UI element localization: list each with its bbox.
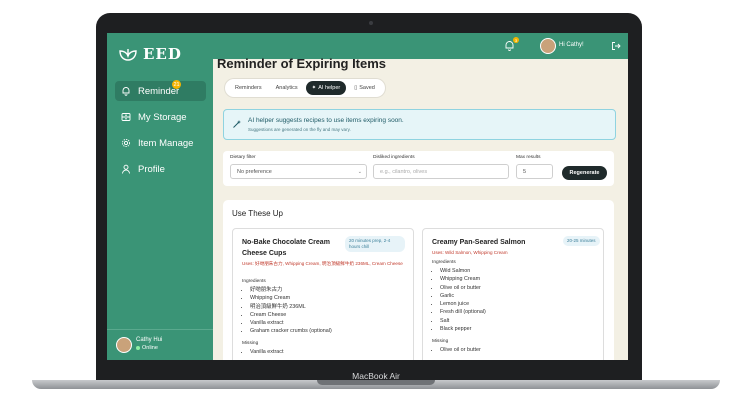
recipe-time-badge: 20 minutes prep, 2-4 hours chill xyxy=(345,236,405,252)
logout-icon[interactable] xyxy=(611,41,621,51)
list-item: Salt xyxy=(440,317,486,325)
tab-analytics[interactable]: Analytics xyxy=(270,81,304,95)
tab-label: Saved xyxy=(359,85,375,91)
tab-bar: Reminders Analytics ✦ AI helper ▯ Saved xyxy=(225,79,385,97)
sidebar-item-item-manage[interactable]: Item Manage xyxy=(115,133,206,153)
missing-label: Missing xyxy=(242,341,259,346)
app-screen: EED Reminder 21 My Storage Item Manage P… xyxy=(107,33,628,360)
sparkle-icon: ✦ xyxy=(311,85,317,91)
logo[interactable]: EED xyxy=(119,45,182,63)
list-item: Whipping Cream xyxy=(440,275,486,283)
max-results-label: Max results xyxy=(516,155,541,160)
user-icon xyxy=(122,164,130,174)
sidebar-item-profile[interactable]: Profile xyxy=(115,159,206,179)
list-item: Vanilla extract xyxy=(250,319,332,327)
max-results-input[interactable]: 5 xyxy=(516,164,553,179)
notification-badge: 3 xyxy=(513,37,519,43)
filter-panel: Dietary filter No preference ⌄ Disliked … xyxy=(223,151,614,186)
bell-icon xyxy=(122,87,130,96)
sidebar-item-label: Profile xyxy=(138,163,165,175)
dietary-filter-label: Dietary filter xyxy=(230,155,256,160)
greeting: Hi Cathy! xyxy=(559,42,584,48)
page-title: Reminder of Expiring Items xyxy=(217,56,387,71)
sidebar-item-reminder[interactable]: Reminder 21 xyxy=(115,80,206,101)
list-item: Fresh dill (optional) xyxy=(440,308,486,316)
dietary-filter-select[interactable]: No preference ⌄ xyxy=(230,164,367,179)
gear-icon xyxy=(121,138,131,148)
alert-title: AI helper suggests recipes to use items … xyxy=(248,117,404,124)
tab-saved[interactable]: ▯ Saved xyxy=(348,81,381,95)
ingredient-list: 好哋朋朱古力 Whipping Cream 明治頂級鮮牛奶 236ML Crea… xyxy=(242,286,332,336)
missing-list: Vanilla extract xyxy=(242,348,283,356)
user-name: Cathy Hui xyxy=(136,337,163,343)
online-dot-icon xyxy=(136,346,140,350)
tab-label: AI helper xyxy=(318,85,341,91)
recipe-title: No-Bake Chocolate Cream Cheese Cups xyxy=(242,239,330,257)
camera xyxy=(369,21,373,25)
list-item: Garlic xyxy=(440,292,486,300)
missing-list: Olive oil or butter xyxy=(432,346,481,354)
section-title: Use These Up xyxy=(232,209,283,218)
list-item: Whipping Cream xyxy=(250,294,332,302)
recipe-title: Creamy Pan-Seared Salmon xyxy=(432,239,526,246)
disliked-ingredients-label: Disliked ingredients xyxy=(373,155,415,160)
list-item: 好哋朋朱古力 xyxy=(250,286,332,294)
list-item: Wild Salmon xyxy=(440,267,486,275)
list-item: Cream Cheese xyxy=(250,311,332,319)
chevron-down-icon: ⌄ xyxy=(357,169,362,175)
user-status-label: Online xyxy=(142,345,158,351)
disliked-ingredients-input[interactable]: e.g., cilantro, olives xyxy=(373,164,509,179)
tab-ai-helper[interactable]: ✦ AI helper xyxy=(305,81,347,95)
sidebar-nav: Reminder 21 My Storage Item Manage Profi… xyxy=(115,80,206,185)
recipe-time-badge: 20-25 minutes xyxy=(563,236,600,246)
sidebar: EED Reminder 21 My Storage Item Manage P… xyxy=(107,33,213,360)
storage-icon xyxy=(121,113,131,121)
user-status: Online xyxy=(136,345,158,351)
use-these-up-panel: Use These Up No-Bake Chocolate Cream Che… xyxy=(223,200,614,360)
sidebar-item-my-storage[interactable]: My Storage xyxy=(115,107,206,127)
recipe-uses: Uses: 好哋朋朱古力, Whipping Cream, 明治頂級鮮牛奶 23… xyxy=(242,261,403,266)
list-item: Lemon juice xyxy=(440,300,486,308)
leaf-logo-icon xyxy=(119,49,137,61)
recipe-card[interactable]: Creamy Pan-Seared Salmon 20-25 minutes U… xyxy=(422,228,604,360)
ingredients-label: Ingredients xyxy=(242,279,266,284)
ai-info-alert: AI helper suggests recipes to use items … xyxy=(223,109,616,140)
missing-label: Missing xyxy=(432,339,449,344)
user-panel[interactable]: Cathy Hui Online xyxy=(107,329,213,353)
list-item: Graham cracker crumbs (optional) xyxy=(250,327,332,335)
main-content: Reminder of Expiring Items Reminders Ana… xyxy=(213,56,624,360)
bookmark-icon: ▯ xyxy=(354,85,358,91)
list-item: Olive oil or butter xyxy=(440,284,486,292)
tab-reminders[interactable]: Reminders xyxy=(229,81,268,95)
list-item: Black pepper xyxy=(440,325,486,333)
list-item: Olive oil or butter xyxy=(440,346,481,354)
dietary-filter-value: No preference xyxy=(237,168,272,175)
sidebar-item-label: My Storage xyxy=(138,111,187,123)
laptop-base-notch xyxy=(317,380,435,385)
recipe-card[interactable]: No-Bake Chocolate Cream Cheese Cups 20 m… xyxy=(232,228,414,360)
list-item: Vanilla extract xyxy=(250,348,283,356)
recipe-uses: Uses: Wild Salmon, Whipping Cream xyxy=(432,250,508,255)
logo-text: EED xyxy=(143,45,182,63)
regenerate-button[interactable]: Regenerate xyxy=(562,166,607,180)
reminder-count-badge: 21 xyxy=(172,80,181,89)
magic-wand-icon xyxy=(233,120,241,128)
alert-subtitle: Suggestions are generated on the fly and… xyxy=(248,127,351,132)
topbar-avatar[interactable] xyxy=(540,38,556,54)
sidebar-item-label: Item Manage xyxy=(138,137,194,149)
avatar xyxy=(116,337,132,353)
ingredients-label: Ingredients xyxy=(432,260,456,265)
list-item: 明治頂級鮮牛奶 236ML xyxy=(250,303,332,311)
ingredient-list: Wild Salmon Whipping Cream Olive oil or … xyxy=(432,267,486,333)
